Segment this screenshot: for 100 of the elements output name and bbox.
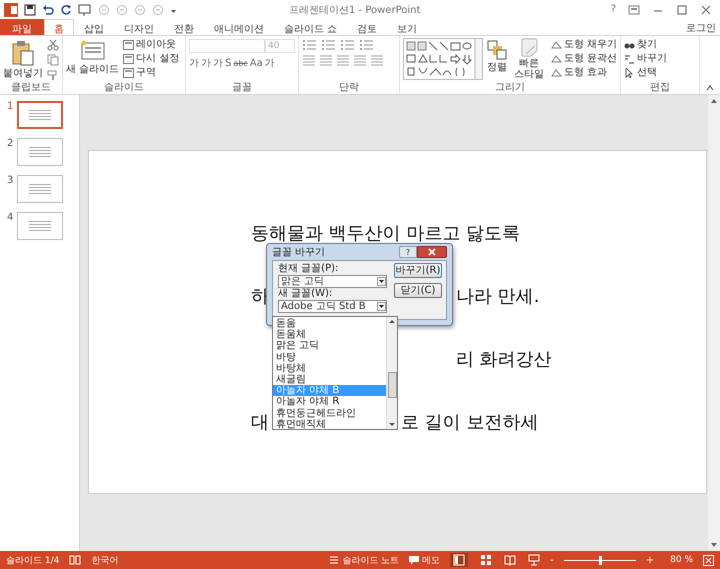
ribbon-tab[interactable]: 보기: [387, 19, 428, 35]
ribbon-button[interactable]: 도형 윤곽선: [550, 53, 617, 64]
list-icon[interactable]: [302, 39, 318, 51]
copy-icon[interactable]: [47, 54, 59, 66]
slideshow-icon[interactable]: [78, 4, 92, 16]
circle-icon[interactable]: [134, 4, 146, 16]
format-painter-icon[interactable]: [47, 69, 59, 81]
scissors-icon[interactable]: [47, 39, 59, 51]
group-label: 그리기: [495, 82, 525, 94]
comment-icon: [409, 556, 420, 564]
fit-window-icon[interactable]: [703, 554, 714, 566]
align-icon[interactable]: [370, 54, 384, 66]
font-option[interactable]: 맑은 고딕: [273, 340, 386, 352]
font-list[interactable]: 돋움 돋움체 맑은 고딕 바탕 바탕체 새굴림 아놀자 야체 B 아놀자 야체 R 휴먼둥근헤드라인 휴먼매직체: [272, 316, 398, 430]
shapes-gallery-icon[interactable]: [403, 38, 483, 80]
scroll-up-icon: [710, 98, 718, 104]
presentation-icon[interactable]: [528, 554, 540, 566]
slide-sorter-icon[interactable]: [480, 554, 492, 566]
align-icon[interactable]: [319, 54, 333, 66]
file-tab[interactable]: 파일: [0, 19, 44, 35]
font-option[interactable]: 바탕체: [273, 362, 386, 374]
close-icon[interactable]: [700, 4, 712, 14]
quick-styles-button[interactable]: 빠른 스타일: [511, 38, 547, 80]
ribbon-button[interactable]: 도형 효과: [550, 67, 617, 78]
font-format-button[interactable]: 가: [201, 56, 211, 70]
collapse-ribbon-icon[interactable]: [706, 85, 714, 91]
comments-button[interactable]: 메모: [409, 554, 440, 566]
font-format-button[interactable]: 가: [264, 56, 275, 70]
vertical-scrollbar[interactable]: [708, 95, 720, 551]
redo-icon[interactable]: [60, 4, 72, 16]
font-option[interactable]: 바탕: [273, 352, 386, 363]
circle-icon[interactable]: [98, 4, 110, 16]
reading-view-icon[interactable]: [504, 554, 516, 566]
circle-icon[interactable]: [116, 4, 128, 16]
ribbon-tab[interactable]: 삽입: [74, 19, 114, 35]
slide-thumbnail[interactable]: [17, 101, 63, 129]
help-button[interactable]: ?: [610, 4, 616, 15]
save-icon[interactable]: [24, 4, 36, 16]
font-format-button[interactable]: abc: [233, 58, 248, 68]
ribbon-tab[interactable]: 홈: [44, 19, 74, 36]
ribbon-button[interactable]: 바꾸기: [624, 53, 667, 64]
dialog-button[interactable]: 닫기(C): [394, 283, 442, 298]
align-icon[interactable]: [336, 54, 350, 66]
slide-thumbnail[interactable]: [17, 175, 63, 203]
align-icon[interactable]: [353, 54, 367, 66]
font-name-field[interactable]: [189, 39, 265, 53]
slide-thumbnail[interactable]: [17, 138, 63, 166]
list-scrollbar[interactable]: [386, 317, 397, 429]
ribbon-button[interactable]: 구역: [123, 67, 180, 78]
ribbon-display-icon[interactable]: [628, 4, 640, 14]
ribbon-tab[interactable]: 애니메이션: [204, 19, 274, 35]
slide-thumbnail[interactable]: [17, 212, 63, 240]
ribbon-tab[interactable]: 검토: [347, 19, 388, 35]
notes-button[interactable]: 슬라이드 노트: [329, 554, 400, 566]
slide-text: 나라 만세.: [456, 284, 540, 308]
font-option[interactable]: 새굴림: [273, 374, 386, 386]
maximize-icon[interactable]: [676, 4, 688, 14]
new-font-dropdown[interactable]: Adobe 고딕 Std B: [278, 300, 387, 313]
sign-in-link[interactable]: 로그인: [682, 19, 720, 35]
new-slide-button[interactable]: 새 슬라이드: [66, 38, 120, 75]
zoom-slider-thumb[interactable]: [598, 556, 602, 564]
slide-counter: 슬라이드 1/4: [6, 554, 60, 566]
zoom-in-button[interactable]: +: [646, 554, 654, 566]
ribbon-tab[interactable]: 전환: [164, 19, 204, 35]
normal-view-icon[interactable]: [450, 553, 468, 567]
list-icon[interactable]: [321, 39, 337, 51]
ribbon-button[interactable]: 찾기: [624, 39, 667, 50]
close-button[interactable]: [417, 246, 447, 258]
ribbon-button[interactable]: 레이아웃: [123, 39, 180, 50]
font-option[interactable]: 아놀자 야체 R: [273, 396, 386, 408]
align-icon[interactable]: [302, 54, 316, 66]
layout-icon: [123, 54, 134, 64]
ribbon-button[interactable]: 선택: [624, 67, 667, 78]
scrollbar-thumb[interactable]: [388, 372, 396, 398]
font-format-button[interactable]: S: [225, 58, 232, 68]
font-option[interactable]: 휴먼둥근헤드라인: [273, 408, 386, 419]
circle-icon[interactable]: [152, 4, 164, 16]
arrange-button[interactable]: 정렬: [487, 38, 507, 73]
paste-button[interactable]: 붙여넣기: [3, 38, 43, 79]
ribbon-tab[interactable]: 슬라이드 쇼: [274, 19, 348, 35]
ribbon-button[interactable]: 다시 설정: [123, 53, 180, 64]
list-icon[interactable]: [359, 39, 375, 51]
font-format-button[interactable]: 가: [189, 56, 199, 70]
undo-icon[interactable]: [42, 4, 54, 16]
font-option[interactable]: 돋움: [273, 318, 386, 330]
zoom-level[interactable]: 80 %: [670, 555, 693, 565]
help-button[interactable]: ?: [399, 246, 417, 258]
font-format-button[interactable]: Aa: [250, 58, 263, 68]
font-option[interactable]: 휴먼매직체: [273, 418, 386, 430]
list-icon[interactable]: [340, 39, 356, 51]
language-label[interactable]: 한국어: [91, 554, 118, 566]
ribbon-tab[interactable]: 디자인: [114, 19, 164, 35]
dialog-button[interactable]: 바꾸기(R): [394, 263, 442, 278]
font-format-button[interactable]: 가: [213, 56, 223, 70]
slide-number: 2: [7, 138, 13, 149]
current-font-dropdown[interactable]: 맑은 고딕: [278, 275, 387, 288]
slide-text: 리 화려강산: [456, 348, 552, 372]
ribbon-button[interactable]: 도형 채우기: [550, 39, 617, 50]
font-option[interactable]: 돋움체: [273, 329, 386, 340]
zoom-out-button[interactable]: -: [550, 554, 554, 566]
